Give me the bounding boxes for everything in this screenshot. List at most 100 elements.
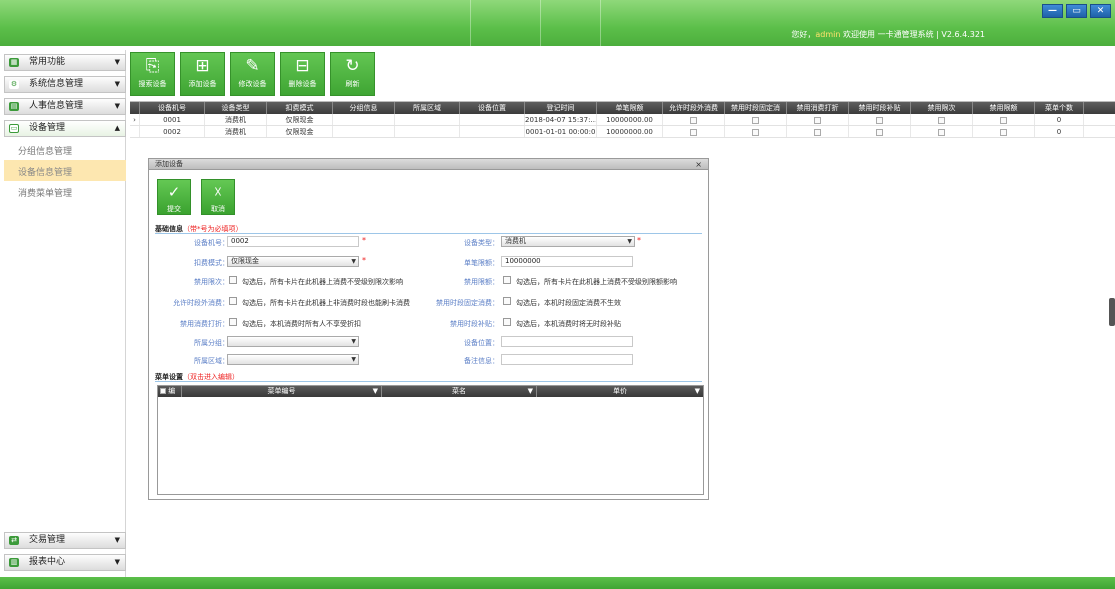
table-checkbox-cell bbox=[787, 126, 849, 137]
cancel-button[interactable]: ☓ 取消 bbox=[201, 179, 235, 215]
chevron-down-icon: ▼ bbox=[114, 102, 120, 110]
column-header[interactable]: 单笔限额 bbox=[597, 102, 663, 114]
column-header[interactable]: 设备位置 bbox=[460, 102, 525, 114]
column-header[interactable]: 单价 ▼ bbox=[537, 386, 703, 397]
section-hint: （带*号为必填项） bbox=[183, 225, 243, 233]
disable-fixed-checkbox[interactable] bbox=[503, 297, 511, 305]
group-label: 所属分组： bbox=[194, 339, 229, 347]
column-header[interactable]: 菜单个数 bbox=[1035, 102, 1084, 114]
dialog-title: 添加设备 bbox=[155, 160, 183, 168]
sidebar-item-device-info[interactable]: 设备信息管理 bbox=[18, 165, 72, 178]
column-header[interactable]: 设备机号 bbox=[140, 102, 205, 114]
checkbox[interactable] bbox=[690, 128, 697, 136]
close-window-button[interactable]: ✕ bbox=[1090, 4, 1111, 18]
column-header[interactable]: 设备类型 bbox=[205, 102, 267, 114]
sidebar-section-device[interactable]: ▭ 设备管理 ▲ bbox=[4, 120, 126, 137]
checkbox[interactable] bbox=[690, 116, 697, 124]
column-header[interactable]: 编号 bbox=[158, 386, 182, 406]
checkbox[interactable] bbox=[1000, 128, 1007, 136]
area-label: 所属区域： bbox=[194, 357, 229, 365]
checkbox[interactable] bbox=[814, 116, 821, 124]
group-select[interactable]: ▼ bbox=[227, 336, 359, 347]
table-cell: 消费机 bbox=[205, 126, 267, 137]
table-row[interactable]: › 0001 消费机 仅限现金 2018-04-07 15:37:… 10000… bbox=[130, 114, 1115, 126]
table-row[interactable]: 0002 消费机 仅限现金 0001-01-01 00:00:0 1000000… bbox=[130, 126, 1115, 138]
button-label: 添加设备 bbox=[188, 80, 217, 88]
device-no-input[interactable]: 0002 bbox=[227, 236, 359, 247]
select-value: 仅限现金 bbox=[231, 257, 259, 265]
filter-icon[interactable]: ▼ bbox=[528, 386, 533, 397]
gear-icon: ⚙ bbox=[9, 80, 19, 89]
disable-subsidy-checkbox[interactable] bbox=[503, 318, 511, 326]
table-cell bbox=[333, 126, 395, 137]
disable-discount-checkbox[interactable] bbox=[229, 318, 237, 326]
column-header[interactable]: 允许时段外消费 bbox=[663, 102, 725, 114]
row-selector-header bbox=[130, 102, 140, 114]
table-checkbox-cell bbox=[849, 114, 911, 125]
table-checkbox-cell bbox=[911, 114, 973, 125]
delete-device-button[interactable]: ⊟ 删除设备 bbox=[280, 52, 325, 96]
checkbox[interactable] bbox=[938, 128, 945, 136]
device-type-select[interactable]: 消费机 ▼ bbox=[501, 236, 635, 247]
section-title: 菜单设置 bbox=[155, 373, 183, 381]
sidebar-section-system[interactable]: ⚙ 系统信息管理 ▼ bbox=[4, 76, 126, 93]
mode-select[interactable]: 仅限现金 ▼ bbox=[227, 256, 359, 267]
disable-fixed-label: 禁用时段固定消费： bbox=[436, 299, 499, 307]
dialog-titlebar[interactable]: 添加设备 × bbox=[149, 159, 708, 170]
menu-table[interactable]: 编号 菜单编号 ▼ 菜名 ▼ 单价 ▼ bbox=[157, 385, 704, 495]
remark-input[interactable] bbox=[501, 354, 633, 365]
sidebar-item-group[interactable]: 分组信息管理 bbox=[18, 144, 72, 157]
filter-icon[interactable]: ▼ bbox=[695, 386, 700, 397]
edit-device-button[interactable]: ✎ 修改设备 bbox=[230, 52, 275, 96]
search-device-button[interactable]: ⎘ 搜索设备 bbox=[130, 52, 175, 96]
sidebar-item-menu[interactable]: 消费菜单管理 bbox=[18, 186, 72, 199]
column-header[interactable]: 所属区域 bbox=[395, 102, 460, 114]
limit-input[interactable]: 10000000 bbox=[501, 256, 633, 267]
checkbox[interactable] bbox=[752, 116, 759, 124]
checkbox[interactable] bbox=[876, 116, 883, 124]
column-header[interactable]: 扣费模式 bbox=[267, 102, 333, 114]
column-header[interactable]: 禁用限次 bbox=[911, 102, 973, 114]
table-cell: 2018-04-07 15:37:… bbox=[525, 114, 597, 125]
delete-icon: ⊟ bbox=[295, 56, 310, 76]
table-header: 设备机号 设备类型 扣费模式 分组信息 所属区域 设备位置 登记时间 单笔限额 … bbox=[130, 102, 1115, 114]
column-header[interactable]: 禁用时段固定消 bbox=[725, 102, 787, 114]
column-header[interactable]: 禁用时段补贴 bbox=[849, 102, 911, 114]
disable-count-checkbox[interactable] bbox=[229, 276, 237, 284]
disable-amount-checkbox[interactable] bbox=[503, 276, 511, 284]
minimize-button[interactable]: — bbox=[1042, 4, 1063, 18]
column-header[interactable]: 菜单编号 ▼ bbox=[182, 386, 382, 397]
allow-out-checkbox[interactable] bbox=[229, 297, 237, 305]
dialog-close-button[interactable]: × bbox=[695, 159, 702, 170]
disable-fixed-hint: 勾选后，本机时段固定消费不生效 bbox=[516, 299, 621, 307]
checkbox[interactable] bbox=[752, 128, 759, 136]
area-select[interactable]: ▼ bbox=[227, 354, 359, 365]
side-collapse-handle[interactable] bbox=[1109, 298, 1115, 326]
column-header[interactable]: 菜名 ▼ bbox=[382, 386, 537, 397]
checkbox[interactable] bbox=[876, 128, 883, 136]
location-input[interactable] bbox=[501, 336, 633, 347]
mode-label: 扣费模式： bbox=[194, 259, 229, 267]
device-type-label: 设备类型： bbox=[464, 239, 499, 247]
table-checkbox-cell bbox=[663, 114, 725, 125]
select-all-checkbox[interactable] bbox=[160, 388, 166, 394]
header-decoration bbox=[540, 0, 541, 46]
sidebar-section-report[interactable]: ▥ 报表中心 ▼ bbox=[4, 554, 126, 571]
column-header[interactable]: 分组信息 bbox=[333, 102, 395, 114]
sidebar-section-common[interactable]: ▦ 常用功能 ▼ bbox=[4, 54, 126, 71]
disable-subsidy-hint: 勾选后，本机消费时将无时段补贴 bbox=[516, 320, 621, 328]
maximize-button[interactable]: ▭ bbox=[1066, 4, 1087, 18]
checkbox[interactable] bbox=[938, 116, 945, 124]
refresh-button[interactable]: ↻ 刷新 bbox=[330, 52, 375, 96]
checkbox[interactable] bbox=[1000, 116, 1007, 124]
column-header[interactable]: 禁用限额 bbox=[973, 102, 1035, 114]
sidebar-section-personnel[interactable]: ▤ 人事信息管理 ▼ bbox=[4, 98, 126, 115]
column-header[interactable]: 登记时间 bbox=[525, 102, 597, 114]
checkbox[interactable] bbox=[814, 128, 821, 136]
disable-amount-hint: 勾选后，所有卡片在此机器上消费不受级别限额影响 bbox=[516, 278, 677, 286]
column-header[interactable]: 禁用消费打折 bbox=[787, 102, 849, 114]
add-device-button[interactable]: ⊞ 添加设备 bbox=[180, 52, 225, 96]
sidebar-section-trade[interactable]: ⇄ 交易管理 ▼ bbox=[4, 532, 126, 549]
filter-icon[interactable]: ▼ bbox=[373, 386, 378, 397]
submit-button[interactable]: ✓ 提交 bbox=[157, 179, 191, 215]
